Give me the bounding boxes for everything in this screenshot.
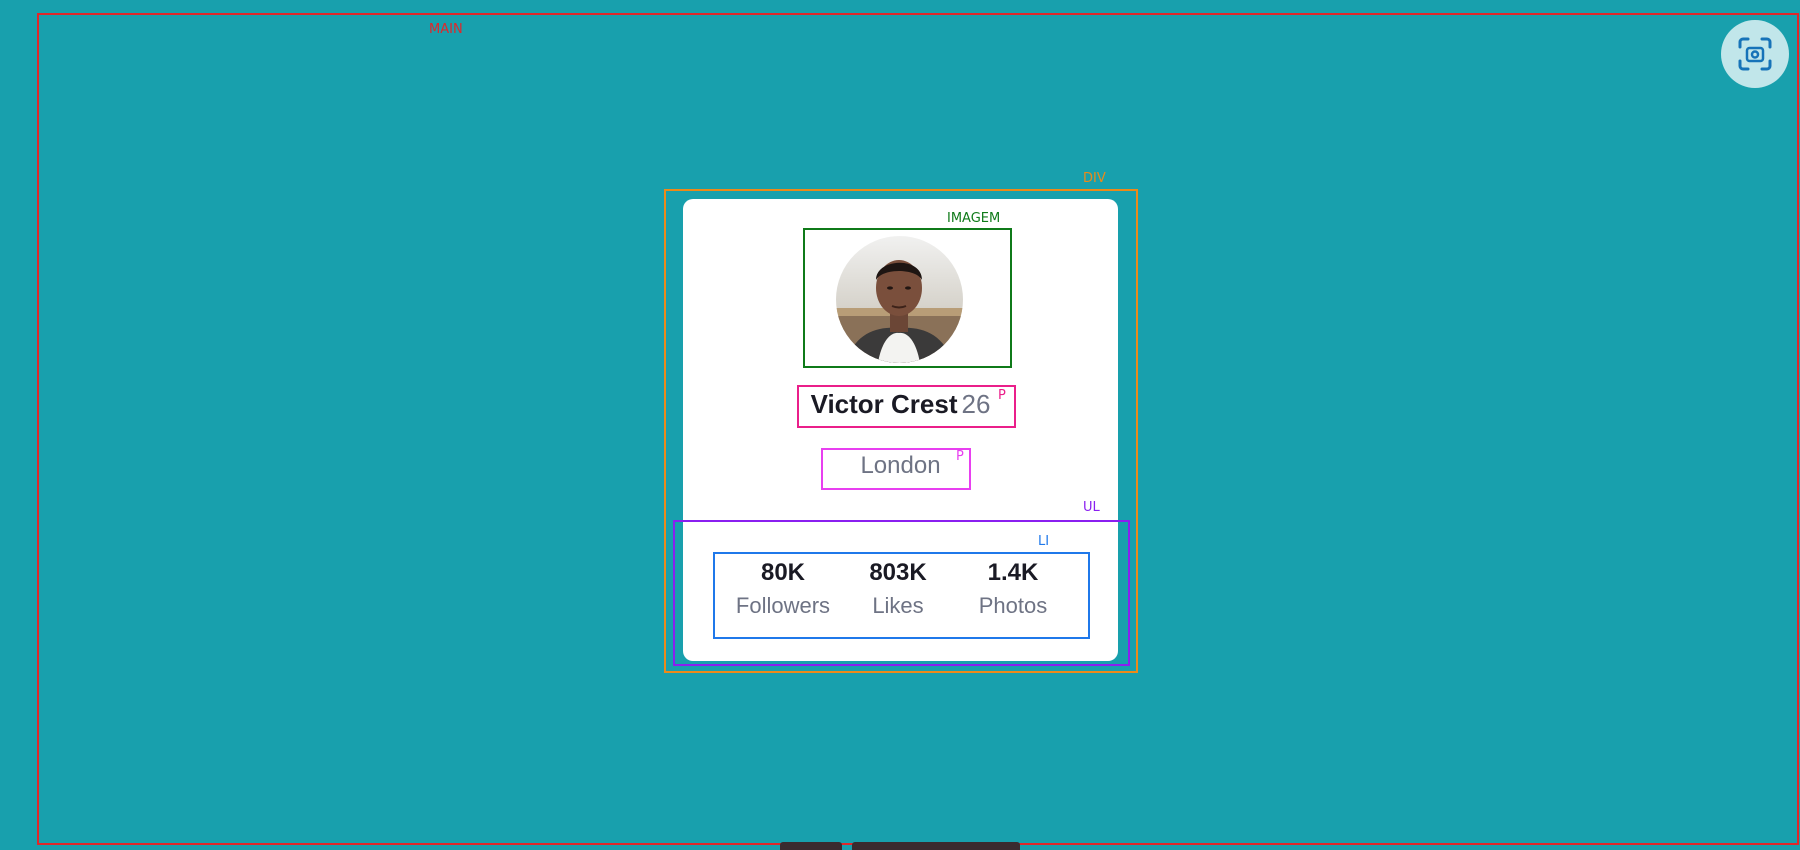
screenshot-icon: [1738, 37, 1772, 71]
avatar: [836, 236, 963, 363]
ul-annotation-label: UL: [1083, 500, 1100, 515]
profile-city: London: [860, 452, 941, 479]
stat-photos: 1.4K Photos: [958, 559, 1068, 619]
bottom-toolbar-segment[interactable]: [852, 842, 1020, 850]
name-paragraph-annotation-label: P: [998, 388, 1006, 403]
main-annotation-label: MAIN: [429, 22, 463, 37]
page: MAIN DIV Victor Crest 26 London 80K Foll…: [0, 0, 1800, 850]
profile-name-line: Victor Crest 26: [683, 389, 1118, 420]
stat-value: 1.4K: [987, 559, 1039, 586]
profile-photo: [836, 236, 963, 363]
li-annotation-label: LI: [1038, 534, 1050, 549]
image-annotation-label: IMAGEM: [947, 211, 1001, 226]
stat-followers: 80K Followers: [728, 559, 838, 619]
stat-label: Followers: [735, 593, 831, 618]
stat-value: 80K: [760, 559, 806, 586]
city-paragraph-annotation-label: P: [956, 449, 964, 464]
stat-value: 803K: [869, 559, 927, 586]
stat-label: Likes: [872, 593, 924, 618]
bottom-toolbar-segment[interactable]: [780, 842, 842, 850]
div-annotation-label: DIV: [1083, 171, 1106, 186]
profile-name: Victor Crest: [810, 389, 958, 419]
screenshot-button[interactable]: [1721, 20, 1789, 88]
stats-list: 80K Followers 803K Likes 1.4K Photos: [728, 559, 1068, 619]
profile-card: Victor Crest 26 London 80K Followers 803K…: [683, 199, 1118, 661]
stat-likes: 803K Likes: [843, 559, 953, 619]
profile-age: 26: [961, 389, 991, 419]
bottom-toolbar[interactable]: [780, 842, 1020, 850]
stat-label: Photos: [978, 593, 1048, 618]
